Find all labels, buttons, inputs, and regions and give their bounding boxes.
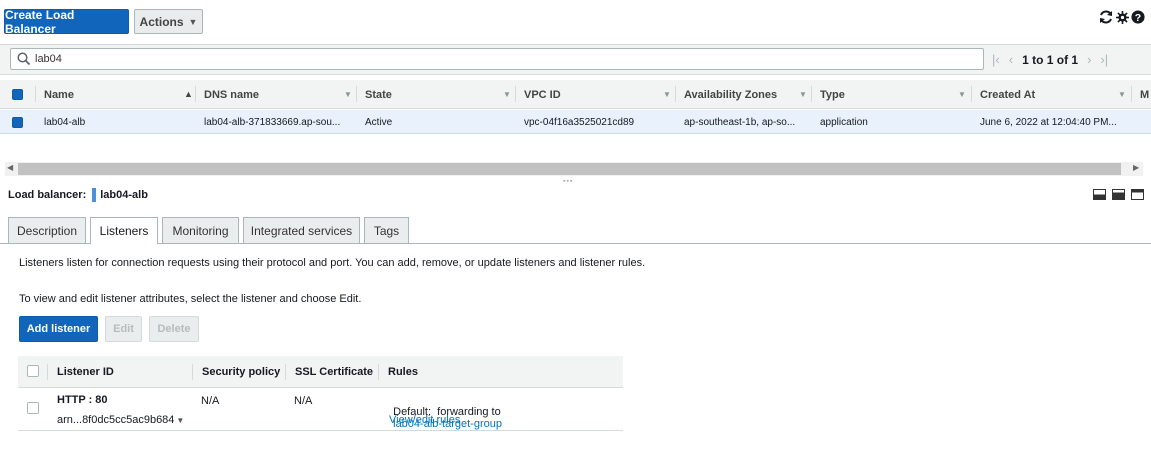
caret-down-icon[interactable]: ▼ xyxy=(176,416,184,425)
listener-protocol-port: HTTP : 80 xyxy=(57,394,108,406)
listener-arn-text: arn...8f0dc5cc5ac9b684 xyxy=(57,414,175,426)
split-top-icon[interactable] xyxy=(1131,189,1144,200)
security-policy-value: N/A xyxy=(201,395,220,407)
chevron-down-icon[interactable]: ▼ xyxy=(799,90,807,99)
cell-name: lab04-alb xyxy=(44,116,86,128)
actions-label: Actions xyxy=(139,14,184,29)
load-balancer-label: Load balancer: lab04-alb xyxy=(8,188,148,202)
column-header-ssl-certificate: SSL Certificate xyxy=(295,366,374,378)
tab-label: Tags xyxy=(373,223,400,238)
column-header-listener-id: Listener ID xyxy=(57,366,114,378)
chevron-down-icon[interactable]: ▼ xyxy=(663,90,671,99)
previous-page-icon[interactable]: ‹ xyxy=(1009,52,1013,67)
cell-state: Active xyxy=(365,116,393,128)
column-header-label: DNS name xyxy=(204,88,260,101)
pagination: |‹ ‹ 1 to 1 of 1 › ›| xyxy=(992,52,1108,67)
column-header-label: Name xyxy=(44,88,74,101)
tab-integrated-services[interactable]: Integrated services xyxy=(243,217,360,243)
chevron-down-icon[interactable]: ▼ xyxy=(958,90,966,99)
top-icon-group: ? xyxy=(1098,9,1145,25)
svg-text:?: ? xyxy=(1135,12,1141,24)
split-bottom-icon[interactable] xyxy=(1093,189,1106,200)
column-header-label: Created At xyxy=(980,88,1036,101)
listener-arn[interactable]: arn...8f0dc5cc5ac9b684 ▼ xyxy=(57,414,184,426)
chevron-down-icon[interactable]: ▼ xyxy=(344,90,352,99)
cell-created: June 6, 2022 at 12:04:40 PM... xyxy=(980,116,1117,128)
column-header-label: M xyxy=(1140,88,1150,101)
delete-button[interactable]: Delete xyxy=(149,316,199,342)
tab-listeners[interactable]: Listeners xyxy=(90,217,158,244)
sort-ascending-icon[interactable]: ▲ xyxy=(184,89,193,99)
row-checkbox[interactable] xyxy=(12,117,23,128)
split-large-icon[interactable] xyxy=(1112,189,1125,200)
column-header-dns[interactable]: DNS name xyxy=(196,80,356,109)
column-separator xyxy=(192,364,193,380)
tab-label: Listeners xyxy=(99,224,149,238)
select-all-listeners-checkbox[interactable] xyxy=(27,365,39,377)
column-header-label: Availability Zones xyxy=(684,88,778,101)
cell-vpc: vpc-04f16a3525021cd89 xyxy=(524,116,635,128)
search-input[interactable] xyxy=(35,51,935,67)
tabs-divider xyxy=(0,243,1151,244)
detail-value: lab04-alb xyxy=(100,189,148,201)
scrollbar-thumb[interactable] xyxy=(18,163,1121,175)
column-separator xyxy=(47,364,48,380)
select-all-checkbox[interactable] xyxy=(12,89,23,100)
listener-row-checkbox[interactable] xyxy=(27,402,39,414)
search-box[interactable] xyxy=(10,48,984,70)
column-header-label: State xyxy=(365,88,392,101)
next-page-icon[interactable]: › xyxy=(1087,52,1091,67)
chevron-down-icon[interactable]: ▼ xyxy=(1118,90,1126,99)
cell-az: ap-southeast-1b, ap-so... xyxy=(684,116,796,128)
actions-dropdown-button[interactable]: Actions ▼ xyxy=(134,9,203,34)
tab-label: Integrated services xyxy=(250,223,353,238)
listeners-intro: Listeners listen for connection requests… xyxy=(19,257,646,269)
column-header-label: Type xyxy=(820,88,845,101)
help-icon[interactable]: ? xyxy=(1131,10,1145,24)
column-separator xyxy=(378,364,379,380)
search-icon xyxy=(17,52,31,66)
tab-description[interactable]: Description xyxy=(8,217,86,243)
listeners-instruction: To view and edit listener attributes, se… xyxy=(19,293,362,305)
column-header-state[interactable]: State xyxy=(357,80,517,109)
resize-handle-icon[interactable]: ▪▪▪ xyxy=(563,178,573,185)
tab-tags[interactable]: Tags xyxy=(364,217,409,243)
last-page-icon[interactable]: ›| xyxy=(1100,52,1108,67)
tab-monitoring[interactable]: Monitoring xyxy=(162,217,239,243)
column-header-name[interactable]: Name xyxy=(36,80,196,109)
column-header-vpc[interactable]: VPC ID xyxy=(516,80,676,109)
column-header-created[interactable]: Created At xyxy=(972,80,1132,109)
tab-label: Description xyxy=(16,223,78,238)
chevron-down-icon[interactable]: ▼ xyxy=(503,90,511,99)
column-header-label: VPC ID xyxy=(524,88,561,101)
panel-view-toggles xyxy=(1093,189,1144,200)
column-header-more[interactable]: M xyxy=(1132,80,1151,109)
scroll-left-icon[interactable]: ◀ xyxy=(7,163,13,172)
chevron-down-icon: ▼ xyxy=(188,16,198,27)
first-page-icon[interactable]: |‹ xyxy=(992,52,1000,67)
add-listener-button[interactable]: Add listener xyxy=(19,316,98,342)
cell-dns: lab04-alb-371833669.ap-sou... xyxy=(204,116,341,128)
listener-table-bottom-border xyxy=(18,430,623,431)
gear-icon[interactable] xyxy=(1116,10,1129,24)
ssl-certificate-value: N/A xyxy=(294,395,313,407)
edit-button[interactable]: Edit xyxy=(105,316,142,342)
cell-type: application xyxy=(820,116,868,128)
scroll-right-icon[interactable]: ▶ xyxy=(1133,163,1139,172)
column-header-az[interactable]: Availability Zones xyxy=(676,80,811,109)
view-edit-rules-link[interactable]: View/edit rules xyxy=(389,414,460,426)
column-header-security-policy: Security policy xyxy=(202,366,281,378)
create-load-balancer-button[interactable]: Create Load Balancer xyxy=(4,8,129,36)
detail-label: Load balancer: xyxy=(8,189,87,201)
column-separator xyxy=(285,364,286,380)
column-header-rules: Rules xyxy=(388,366,418,378)
selection-marker xyxy=(92,188,97,202)
pagination-text: 1 to 1 of 1 xyxy=(1022,52,1079,67)
column-header-type[interactable]: Type xyxy=(812,80,972,109)
refresh-icon[interactable] xyxy=(1098,9,1114,25)
tab-label: Monitoring xyxy=(172,223,229,238)
